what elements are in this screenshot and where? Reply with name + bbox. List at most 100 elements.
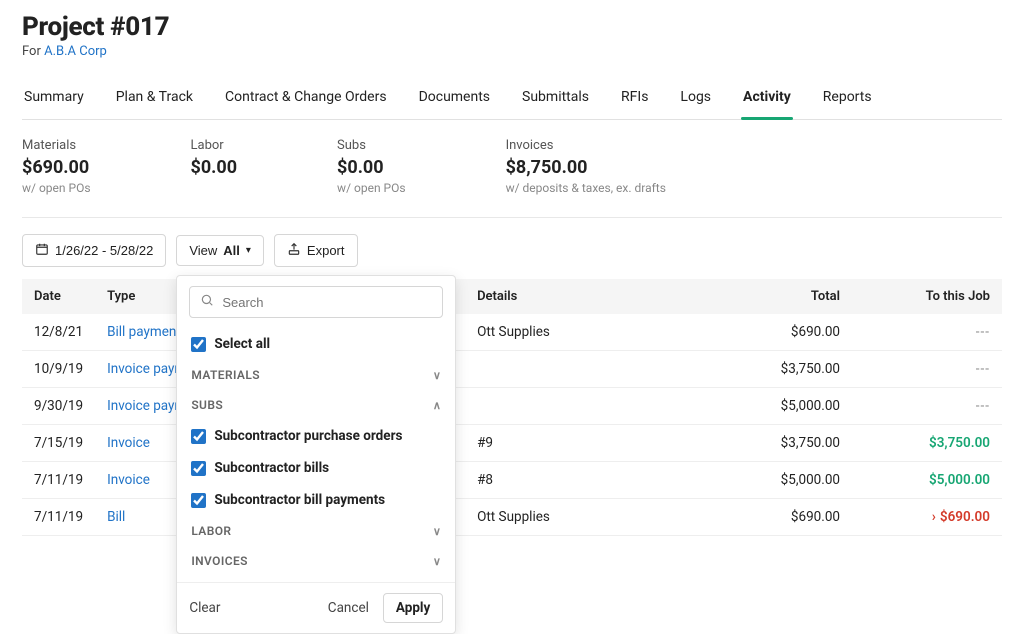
chevron-down-icon: ∨ [433, 369, 441, 382]
cell-details: #8 [465, 462, 682, 499]
cell-total: $690.00 [682, 314, 852, 351]
cell-total: $3,750.00 [682, 351, 852, 388]
summary-materials-sub: w/ open POs [22, 181, 91, 195]
filter-option[interactable]: Subcontractor purchase orders [177, 420, 455, 452]
filter-option-label: Subcontractor bill payments [214, 492, 385, 508]
filter-option-label: Subcontractor bills [214, 460, 329, 476]
summary-subs-label: Subs [337, 138, 406, 153]
table-row: 7/11/19BillOtt Supplies$690.00›$690.00 [22, 499, 1002, 536]
activity-type-link[interactable]: Invoice [107, 472, 150, 488]
cell-details [465, 351, 682, 388]
activity-type-link[interactable]: Bill payment [107, 324, 181, 340]
cell-to-job: --- [852, 388, 1002, 425]
filter-select-all-checkbox[interactable] [191, 337, 206, 352]
summary-materials: Materials $690.00 w/ open POs [22, 138, 91, 195]
summary-invoices-label: Invoices [506, 138, 666, 153]
col-to-job[interactable]: To this Job [852, 279, 1002, 314]
summary-labor: Labor $0.00 [191, 138, 238, 195]
cell-details: Ott Supplies [465, 499, 682, 536]
filter-search-input[interactable] [222, 295, 432, 310]
table-row: 10/9/19Invoice payme$3,750.00--- [22, 351, 1002, 388]
filter-option-checkbox[interactable] [191, 429, 206, 444]
summary-labor-label: Labor [191, 138, 238, 153]
chevron-up-icon: ∧ [433, 399, 441, 412]
page-title: Project #017 [22, 12, 1002, 42]
filter-option-checkbox[interactable] [191, 461, 206, 476]
cell-to-job: --- [852, 314, 1002, 351]
cell-details: Ott Supplies [465, 314, 682, 351]
project-tabs: Summary Plan & Track Contract & Change Ord… [22, 79, 1002, 120]
table-row: 7/11/19Invoice#8$5,000.00$5,000.00 [22, 462, 1002, 499]
summary-invoices-value: $8,750.00 [506, 157, 666, 178]
filter-cancel-button[interactable]: Cancel [328, 600, 369, 616]
chevron-down-icon: ∨ [433, 555, 441, 568]
cell-total: $5,000.00 [682, 388, 852, 425]
view-filter-panel: Select all MATERIALS ∨ SUBS ∧ Subcontrac… [176, 275, 456, 634]
filter-group-materials[interactable]: MATERIALS ∨ [177, 360, 455, 390]
customer-link[interactable]: A.B.A Corp [44, 44, 107, 59]
summary-materials-label: Materials [22, 138, 91, 153]
filter-group-subs[interactable]: SUBS ∧ [177, 390, 455, 420]
table-row: 9/30/19Invoice payme$5,000.00--- [22, 388, 1002, 425]
view-filter-button[interactable]: View All ▾ [176, 235, 264, 266]
cell-details: #9 [465, 425, 682, 462]
activity-type-link[interactable]: Invoice [107, 435, 150, 451]
tab-plan-track[interactable]: Plan & Track [114, 79, 195, 119]
tab-logs[interactable]: Logs [678, 79, 713, 119]
cell-date: 12/8/21 [22, 314, 95, 351]
chevron-down-icon: ∨ [433, 525, 441, 538]
cell-date: 10/9/19 [22, 351, 95, 388]
cell-details [465, 388, 682, 425]
summary-invoices-sub: w/ deposits & taxes, ex. drafts [506, 181, 666, 195]
summary-subs-sub: w/ open POs [337, 181, 406, 195]
filter-group-invoices[interactable]: INVOICES ∨ [177, 546, 455, 576]
filter-option[interactable]: Subcontractor bill payments [177, 484, 455, 516]
filter-select-all[interactable]: Select all [177, 328, 455, 360]
tab-submittals[interactable]: Submittals [520, 79, 591, 119]
summary-labor-value: $0.00 [191, 157, 238, 178]
filter-group-labor[interactable]: LABOR ∨ [177, 516, 455, 546]
filter-option-label: Subcontractor purchase orders [214, 428, 402, 444]
export-button[interactable]: Export [274, 234, 358, 267]
view-filter-value: All [223, 243, 240, 258]
cell-to-job: $5,000.00 [852, 462, 1002, 499]
summary-materials-value: $690.00 [22, 157, 91, 178]
cell-date: 7/11/19 [22, 499, 95, 536]
filter-search-box [189, 286, 443, 318]
filter-group-subs-label: SUBS [191, 398, 223, 412]
tab-summary[interactable]: Summary [22, 79, 86, 119]
filter-group-labor-label: LABOR [191, 524, 231, 538]
filter-option-checkbox[interactable] [191, 493, 206, 508]
table-row: 7/15/19Invoice#9$3,750.00$3,750.00 [22, 425, 1002, 462]
filter-clear-button[interactable]: Clear [189, 600, 220, 616]
page-subtitle: For A.B.A Corp [22, 44, 1002, 59]
summary-subs: Subs $0.00 w/ open POs [337, 138, 406, 195]
table-row: 12/8/21 Bill payment Ott Supplies$690.00--… [22, 314, 1002, 351]
view-filter-label: View [189, 243, 217, 258]
date-range-label: 1/26/22 - 5/28/22 [55, 243, 153, 258]
filter-apply-button[interactable]: Apply [383, 593, 443, 623]
activity-type-link[interactable]: Bill [107, 509, 125, 525]
tab-documents[interactable]: Documents [417, 79, 492, 119]
filter-group-materials-label: MATERIALS [191, 368, 260, 382]
cell-total: $3,750.00 [682, 425, 852, 462]
date-range-picker[interactable]: 1/26/22 - 5/28/22 [22, 234, 166, 267]
filter-group-invoices-label: INVOICES [191, 554, 248, 568]
tab-rfis[interactable]: RFIs [619, 79, 650, 119]
col-date[interactable]: Date [22, 279, 95, 314]
col-details[interactable]: Details [465, 279, 682, 314]
search-icon [200, 293, 214, 311]
tab-reports[interactable]: Reports [821, 79, 874, 119]
filter-option[interactable]: Subcontractor bills [177, 452, 455, 484]
caret-down-icon: ▾ [246, 245, 251, 256]
calendar-icon [35, 242, 49, 259]
summary-invoices: Invoices $8,750.00 w/ deposits & taxes, … [506, 138, 666, 195]
cell-date: 9/30/19 [22, 388, 95, 425]
col-total[interactable]: Total [682, 279, 852, 314]
activity-table: Date Type Details Total To this Job 12/8… [22, 279, 1002, 536]
tab-contract-change-orders[interactable]: Contract & Change Orders [223, 79, 389, 119]
chevron-right-icon: › [932, 509, 936, 525]
cell-total: $690.00 [682, 499, 852, 536]
summary-cards: Materials $690.00 w/ open POs Labor $0.0… [22, 138, 1002, 218]
tab-activity[interactable]: Activity [741, 79, 793, 119]
